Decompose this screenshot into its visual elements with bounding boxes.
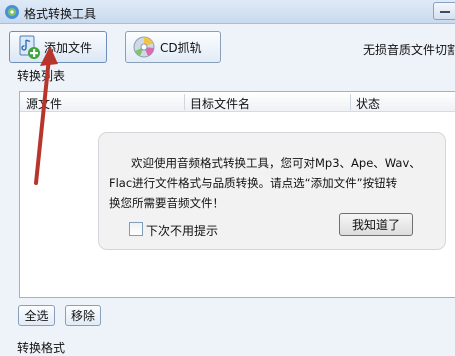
welcome-message: 欢迎使用音频格式转换工具，您可对Mp3、Ape、Wav、 Flac进行文件格式与… xyxy=(109,153,439,213)
add-file-button[interactable]: 添加文件 xyxy=(9,31,107,63)
remove-label: 移除 xyxy=(70,309,95,323)
cd-icon xyxy=(133,36,155,58)
dont-show-again-checkbox[interactable] xyxy=(129,222,143,236)
add-file-icon xyxy=(19,35,40,59)
cd-rip-button[interactable]: CD抓轨 xyxy=(125,31,221,63)
window-title: 格式转换工具 xyxy=(24,7,97,21)
minimize-button[interactable] xyxy=(433,2,455,20)
cd-rip-label: CD抓轨 xyxy=(160,40,202,55)
got-it-button[interactable]: 我知道了 xyxy=(339,213,413,236)
select-all-label: 全选 xyxy=(24,309,49,323)
message-line: Flac进行文件格式与品质转换。请点选“添加文件”按钮转 xyxy=(109,176,398,190)
message-line: 换您所需要音频文件！ xyxy=(109,196,224,210)
column-status[interactable]: 状态 xyxy=(356,95,380,112)
column-target-name[interactable]: 目标文件名 xyxy=(190,95,250,112)
minimize-icon xyxy=(440,11,450,13)
got-it-label: 我知道了 xyxy=(351,218,400,232)
title-bar: 格式转换工具 xyxy=(0,0,455,24)
conversion-list-label: 转换列表 xyxy=(15,67,68,84)
column-source-file[interactable]: 源文件 xyxy=(26,95,62,112)
list-header: 源文件 目标文件名 状态 xyxy=(20,92,455,112)
welcome-tip-dialog: 欢迎使用音频格式转换工具，您可对Mp3、Ape、Wav、 Flac进行文件格式与… xyxy=(98,132,446,250)
app-logo-icon xyxy=(5,5,19,19)
lossless-split-link[interactable]: 无损音质文件切割 xyxy=(363,41,455,58)
remove-button[interactable]: 移除 xyxy=(65,305,101,326)
column-divider xyxy=(350,94,351,110)
select-all-button[interactable]: 全选 xyxy=(18,305,55,326)
column-divider xyxy=(184,94,185,110)
dont-show-again-label[interactable]: 下次不用提示 xyxy=(146,222,218,239)
message-line: 欢迎使用音频格式转换工具，您可对Mp3、Ape、Wav、 xyxy=(131,156,421,170)
add-file-label: 添加文件 xyxy=(44,40,93,55)
